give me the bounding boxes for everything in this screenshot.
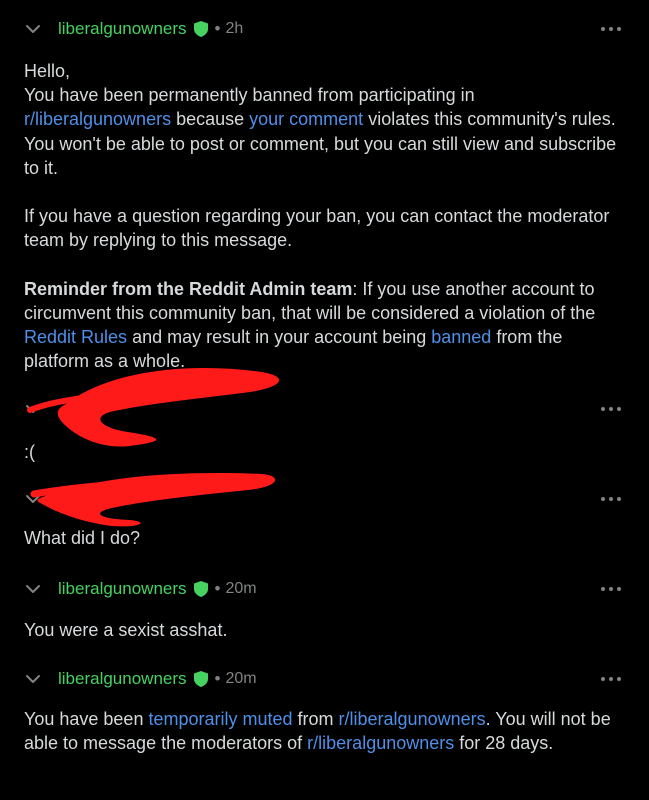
shield-icon [193,581,208,597]
reminder-paragraph: Reminder from the Reddit Admin team: If … [24,277,624,374]
mute-text: for 28 days. [454,733,554,754]
message-body: You were a sexist asshat. [24,620,228,640]
temporarily-muted-link[interactable]: temporarily muted [148,709,292,729]
message-body: You have been temporarily muted from r/l… [24,707,624,755]
message-header [24,487,624,511]
mute-text: You have been [24,709,149,729]
reminder-text: and may result in your account being [127,327,432,348]
ban-text: You have been permanently banned from pa… [24,85,475,106]
timestamp: 20m [225,580,257,597]
message-header: liberalgunowners • 20m [24,667,624,691]
more-options-icon[interactable] [598,17,624,41]
more-options-icon[interactable] [598,397,624,421]
message-header [24,397,624,421]
message-body: Hello, You have been permanently banned … [24,59,624,374]
separator-dot: • [214,19,221,38]
reddit-rules-link[interactable]: Reddit Rules [24,327,127,347]
comment-link[interactable]: your comment [249,109,363,129]
separator-dot: • [214,579,221,598]
subreddit-link[interactable]: r/liberalgunowners [339,709,486,729]
message-header: liberalgunowners • 20m [24,577,624,601]
chevron-down-icon[interactable] [24,20,42,38]
separator-dot: • [214,669,221,688]
message-body: What did I do? [24,528,141,548]
author-name[interactable]: liberalgunowners [58,579,187,599]
timestamp: 20m [225,670,257,687]
author-name[interactable]: liberalgunowners [58,19,187,39]
modmail-thread: liberalgunowners • 2h Hello, You have be… [0,0,649,800]
message-body: :( [24,442,35,462]
shield-icon [193,21,208,37]
chevron-down-icon[interactable] [24,490,42,508]
ban-paragraph: You have been permanently banned from pa… [24,83,624,180]
subreddit-link[interactable]: r/liberalgunowners [24,109,171,129]
chevron-down-icon[interactable] [24,670,42,688]
banned-link[interactable]: banned [431,327,491,347]
more-options-icon[interactable] [598,577,624,601]
question-paragraph: If you have a question regarding your ba… [24,206,610,251]
subreddit-link[interactable]: r/liberalgunowners [307,733,454,753]
more-options-icon[interactable] [598,667,624,691]
greeting: Hello, [24,61,71,81]
mute-text: from [292,709,339,729]
author-name[interactable]: liberalgunowners [58,669,187,689]
shield-icon [193,671,208,687]
message-header: liberalgunowners • 2h [24,17,624,41]
more-options-icon[interactable] [598,487,624,511]
chevron-down-icon[interactable] [24,580,42,598]
chevron-down-icon[interactable] [24,400,42,418]
timestamp: 2h [225,20,244,37]
reminder-label: Reminder from the Reddit Admin team [24,278,353,299]
ban-text: because [171,109,250,130]
